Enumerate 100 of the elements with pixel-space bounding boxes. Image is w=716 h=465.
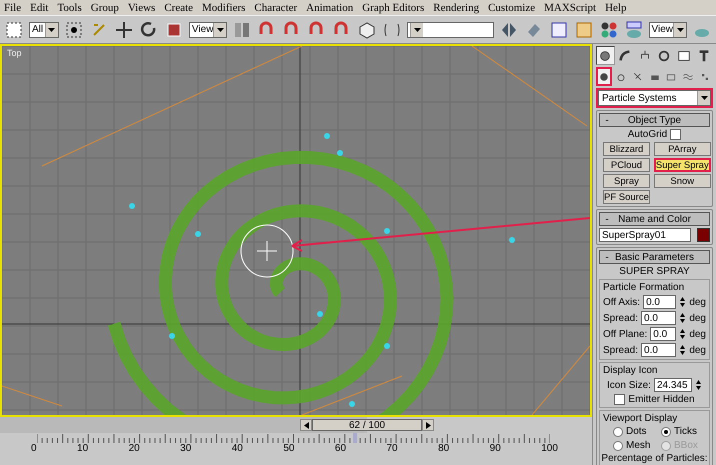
radio-label: Ticks — [674, 426, 697, 437]
menu-item[interactable]: Edit — [30, 2, 48, 14]
top-viewport[interactable]: Top — [0, 44, 592, 417]
field-label: Off Plane: — [603, 328, 648, 340]
rollout-header[interactable]: - Basic Parameters — [599, 250, 710, 264]
checkbox-label: AutoGrid — [628, 129, 668, 140]
number-field[interactable]: 0.0 — [641, 343, 676, 357]
object-name-field[interactable]: SuperSpray01 — [599, 228, 691, 242]
radio-button[interactable] — [613, 440, 623, 450]
menu-item[interactable]: Tools — [57, 2, 82, 14]
autogrid-checkbox[interactable] — [670, 129, 682, 140]
named-selection-dropdown[interactable] — [407, 22, 494, 38]
section-heading: SUPER SPRAY — [619, 266, 690, 277]
field-label: Icon Size: — [607, 380, 651, 390]
render-type-dropdown[interactable]: View — [648, 22, 687, 38]
group-title: Viewport Display — [603, 413, 678, 424]
frame-number: 20 — [128, 443, 140, 454]
object-type-button[interactable]: Super Spray — [654, 158, 711, 172]
previous-frame-button[interactable] — [300, 419, 312, 431]
render-scene-icon[interactable] — [624, 20, 644, 40]
dropdown-arrow-button[interactable] — [44, 22, 58, 36]
spinner-icon[interactable] — [679, 344, 686, 356]
time-slider-thumb[interactable]: 62 / 100 — [300, 419, 434, 431]
frame-number: 80 — [438, 443, 450, 454]
emitter-hidden-checkbox[interactable] — [614, 394, 626, 405]
frame-number: 70 — [386, 443, 398, 454]
viewport-label: Top — [7, 48, 22, 58]
menu-item[interactable]: MAXScript — [544, 2, 596, 14]
menu-item[interactable]: Customize — [488, 2, 536, 14]
object-type-button[interactable]: Spray — [603, 174, 650, 188]
dropdown-arrow-button[interactable] — [213, 22, 226, 36]
menu-item[interactable]: Views — [128, 2, 156, 14]
track-view-icon[interactable] — [548, 20, 568, 40]
menu-item[interactable]: Create — [164, 2, 194, 14]
frame-number: 60 — [334, 443, 346, 454]
menu-item[interactable]: Help — [605, 2, 626, 14]
material-editor-icon[interactable] — [598, 20, 618, 40]
dropdown-arrow-button[interactable] — [410, 22, 424, 36]
field-label: Off Axis: — [603, 296, 640, 308]
right-arrow-icon — [426, 422, 431, 428]
category-dropdown[interactable]: Particle Systems — [598, 90, 711, 106]
number-field[interactable]: 24.345 — [654, 378, 692, 392]
frame-number: 90 — [490, 443, 501, 454]
select-object-icon[interactable] — [64, 20, 84, 40]
frame-counter: 62 / 100 — [312, 419, 422, 431]
menu-item[interactable]: Modifiers — [202, 2, 246, 14]
unit-label: deg — [689, 344, 706, 356]
move-icon[interactable] — [114, 20, 134, 40]
frame-number: 30 — [180, 443, 192, 454]
object-type-button[interactable]: Snow — [654, 174, 711, 188]
rollout-header[interactable]: - Object Type — [599, 113, 710, 127]
select-region-icon[interactable] — [4, 20, 24, 40]
caret-icon — [414, 28, 421, 32]
motion-icon — [657, 48, 672, 62]
number-field[interactable]: 0.0 — [650, 327, 676, 341]
dropdown-arrow-button[interactable] — [673, 22, 686, 36]
object-type-button[interactable]: PCloud — [603, 158, 650, 172]
field-label: Spread: — [603, 344, 638, 356]
spinner-icon[interactable] — [679, 328, 686, 340]
number-field[interactable]: 0.0 — [641, 311, 676, 325]
frame-number: 100 — [541, 443, 558, 454]
field-label: Spread: — [603, 312, 638, 324]
menu-item[interactable]: File — [4, 2, 22, 14]
utilities-icon — [696, 48, 711, 62]
spinner-icon[interactable] — [679, 312, 686, 324]
radio-label: Dots — [626, 426, 647, 437]
menu-item[interactable]: Character — [254, 2, 298, 14]
spinner-icon[interactable] — [679, 296, 686, 308]
modify-icon — [618, 48, 632, 62]
schematic-view-icon[interactable] — [574, 20, 594, 40]
selection-filter-dropdown[interactable]: All — [29, 22, 59, 38]
caret-icon — [676, 28, 684, 32]
caret-icon — [700, 96, 708, 100]
next-frame-button[interactable] — [422, 419, 434, 431]
dropdown-arrow-button[interactable] — [697, 91, 710, 105]
frame-number: 0 — [31, 443, 37, 454]
reference-coordinate-dropdown[interactable]: View — [188, 22, 228, 38]
frame-number: 40 — [232, 443, 243, 454]
object-color-swatch[interactable] — [697, 228, 710, 242]
object-type-button[interactable]: Blizzard — [603, 142, 650, 156]
unit-label: deg — [689, 312, 706, 324]
menu-item[interactable]: Graph Editors — [362, 2, 424, 14]
spinner-icon[interactable] — [694, 379, 702, 391]
number-field[interactable]: 0.0 — [643, 295, 676, 309]
frame-number: 50 — [283, 443, 294, 454]
emitter-icon — [240, 224, 294, 278]
geometry-tab[interactable] — [596, 67, 612, 86]
object-type-button[interactable]: PArray — [654, 142, 711, 156]
rollout-header[interactable]: - Name and Color — [599, 212, 710, 226]
create-tab[interactable] — [596, 46, 615, 65]
menu-item[interactable]: Rendering — [433, 2, 480, 14]
box-icon[interactable] — [357, 20, 378, 40]
display-icon — [677, 48, 692, 62]
menu-item[interactable]: Animation — [306, 2, 354, 14]
track-bar-ruler[interactable] — [37, 433, 550, 443]
object-type-button[interactable]: PF Source — [603, 190, 650, 204]
menu-item[interactable]: Group — [90, 2, 119, 14]
radio-button[interactable] — [661, 426, 671, 436]
group-title: Display Icon — [603, 365, 658, 376]
radio-button[interactable] — [613, 426, 623, 436]
